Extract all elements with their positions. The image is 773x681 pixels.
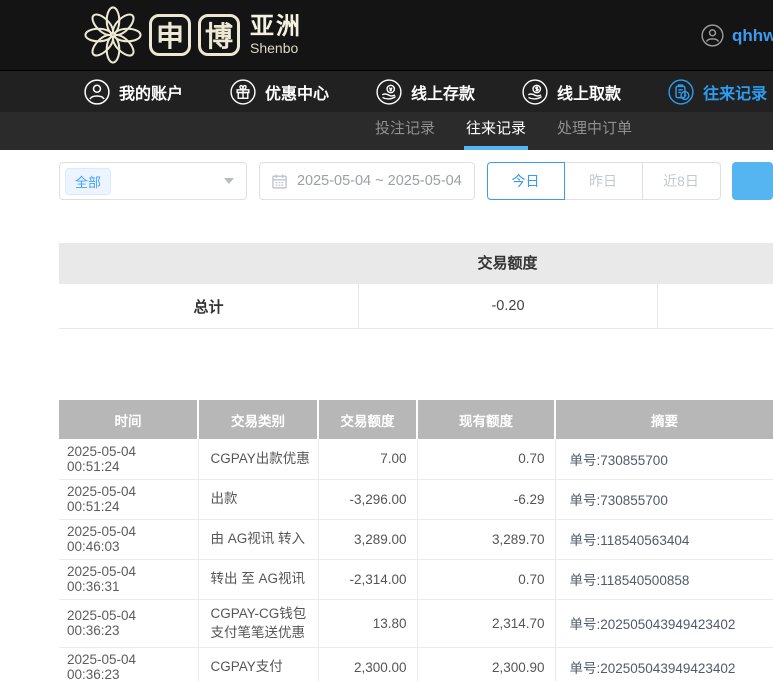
last-8-days-button[interactable]: 近8日 <box>642 162 721 200</box>
table-row: 2025-05-04 00:51:24 出款 -3,296.00 -6.29 单… <box>59 479 773 520</box>
logo-region-sub: Shenbo <box>250 40 299 57</box>
logo-region: 亚洲 Shenbo <box>250 14 302 56</box>
main-nav: 我的账户 优惠中心 线上存款 线上取款 往来记录 <box>0 70 773 112</box>
cell-time: 2025-05-04 00:36:23 <box>59 599 198 648</box>
sub-nav: 投注记录 往来记录 处理中订单 <box>0 112 773 150</box>
nav-item-my-account[interactable]: 我的账户 <box>84 78 184 105</box>
cell-time: 2025-05-04 00:46:03 <box>59 519 198 560</box>
nav-label: 往来记录 <box>703 85 768 103</box>
cell-summary: 单号:730855700 <box>554 479 773 520</box>
yesterday-button[interactable]: 昨日 <box>564 162 643 200</box>
today-button[interactable]: 今日 <box>486 162 565 200</box>
deposit-icon <box>376 78 402 105</box>
cell-balance: 3,289.70 <box>416 519 555 560</box>
col-header-type: 交易类别 <box>197 400 318 439</box>
cell-balance: 2,314.70 <box>416 599 555 648</box>
date-range-input[interactable]: 2025-05-04 ~ 2025-05-04 <box>258 162 475 200</box>
records-icon <box>668 78 694 105</box>
logo-region-text: 亚洲 <box>250 13 302 41</box>
summary-header-amount: 交易额度 <box>477 255 538 272</box>
table-row: 2025-05-04 00:36:23 CGPAY-CG钱包支付笔笔送优惠 13… <box>59 599 773 648</box>
cell-type: 由 AG视讯 转入 <box>197 519 318 560</box>
summary-total-label: 总计 <box>193 298 224 316</box>
cell-summary: 单号:202505043949423402 <box>554 647 773 681</box>
cell-time: 2025-05-04 00:51:24 <box>59 479 198 520</box>
col-header-summary: 摘要 <box>554 400 773 439</box>
table-row: 2025-05-04 00:51:24 CGPAY出款优惠 7.00 0.70 … <box>59 439 773 480</box>
cell-amount: -3,296.00 <box>317 479 417 520</box>
search-button[interactable] <box>731 162 773 200</box>
cell-type: 转出 至 AG视讯 <box>197 559 318 600</box>
cell-type: 出款 <box>197 479 318 520</box>
username[interactable]: qhhw <box>732 26 773 46</box>
cell-summary: 单号:730855700 <box>554 439 773 480</box>
top-header: 申 博 亚洲 Shenbo qhhw <box>0 0 773 70</box>
cell-time: 2025-05-04 00:36:23 <box>59 647 198 681</box>
nav-label: 我的账户 <box>119 85 184 103</box>
calendar-icon <box>272 173 287 189</box>
nav-label: 线上取款 <box>557 85 622 103</box>
logo-char-bo: 博 <box>198 14 240 56</box>
tab-pending-orders[interactable]: 处理中订单 <box>557 112 632 150</box>
date-range-value: 2025-05-04 ~ 2025-05-04 <box>296 173 462 189</box>
nav-item-records[interactable]: 往来记录 <box>668 78 768 105</box>
cell-summary: 单号:118540500858 <box>554 559 773 600</box>
flower-logo-icon <box>84 6 142 64</box>
category-select[interactable]: 全部 <box>59 162 247 200</box>
table-row: 2025-05-04 00:46:03 由 AG视讯 转入 3,289.00 3… <box>59 519 773 560</box>
cell-time: 2025-05-04 00:51:24 <box>59 439 198 480</box>
nav-item-deposit[interactable]: 线上存款 <box>376 78 476 105</box>
cell-amount: 7.00 <box>317 439 417 480</box>
cell-type: CGPAY支付 <box>197 647 318 681</box>
account-icon <box>84 78 110 105</box>
cell-amount: 13.80 <box>317 599 417 648</box>
withdraw-icon <box>522 78 548 105</box>
transactions-table: 时间 交易类别 交易额度 现有额度 摘要 2025-05-04 00:51:24… <box>59 400 773 681</box>
summary-header-row: 交易额度 <box>59 243 773 284</box>
logo-char-shen: 申 <box>149 14 191 56</box>
chevron-down-icon <box>223 178 234 184</box>
col-header-balance: 现有额度 <box>416 400 555 439</box>
user-account[interactable]: qhhw <box>701 24 773 47</box>
transactions-header-row: 时间 交易类别 交易额度 现有额度 摘要 <box>59 400 773 439</box>
brand-logo[interactable]: 申 博 亚洲 Shenbo <box>84 6 302 64</box>
summary-total-value: -0.20 <box>358 284 657 328</box>
cell-type: CGPAY出款优惠 <box>197 439 318 480</box>
summary-total-row: 总计 -0.20 <box>59 284 773 329</box>
cell-balance: 0.70 <box>416 559 555 600</box>
nav-item-withdraw[interactable]: 线上取款 <box>522 78 622 105</box>
cell-type: CGPAY-CG钱包支付笔笔送优惠 <box>197 599 318 648</box>
cell-amount: 3,289.00 <box>317 519 417 560</box>
cell-time: 2025-05-04 00:36:31 <box>59 559 198 600</box>
tab-transaction-records[interactable]: 往来记录 <box>464 112 529 150</box>
cell-summary: 单号:118540563404 <box>554 519 773 560</box>
cell-balance: 0.70 <box>416 439 555 480</box>
nav-item-promotions[interactable]: 优惠中心 <box>230 78 330 105</box>
nav-label: 线上存款 <box>411 85 476 103</box>
summary-empty-cell <box>657 284 773 328</box>
cell-summary: 单号:202505043949423402 <box>554 599 773 648</box>
summary-table: 交易额度 总计 -0.20 <box>59 243 773 329</box>
selected-category-tag[interactable]: 全部 <box>65 167 112 195</box>
nav-label: 优惠中心 <box>265 85 330 103</box>
user-avatar-icon <box>701 24 724 47</box>
table-row: 2025-05-04 00:36:31 转出 至 AG视讯 -2,314.00 … <box>59 559 773 600</box>
gift-icon <box>230 78 256 105</box>
col-header-amount: 交易额度 <box>317 400 417 439</box>
cell-balance: 2,300.90 <box>416 647 555 681</box>
tab-betting-records[interactable]: 投注记录 <box>375 112 435 150</box>
cell-amount: 2,300.00 <box>317 647 417 681</box>
quick-date-buttons: 今日 昨日 近8日 <box>486 162 721 200</box>
table-row: 2025-05-04 00:36:23 CGPAY支付 2,300.00 2,3… <box>59 647 773 681</box>
cell-balance: -6.29 <box>416 479 555 520</box>
filter-bar: 全部 2025-05-04 ~ 2025-05-04 今日 昨日 近8日 <box>59 162 773 200</box>
col-header-time: 时间 <box>59 400 198 439</box>
cell-amount: -2,314.00 <box>317 559 417 600</box>
